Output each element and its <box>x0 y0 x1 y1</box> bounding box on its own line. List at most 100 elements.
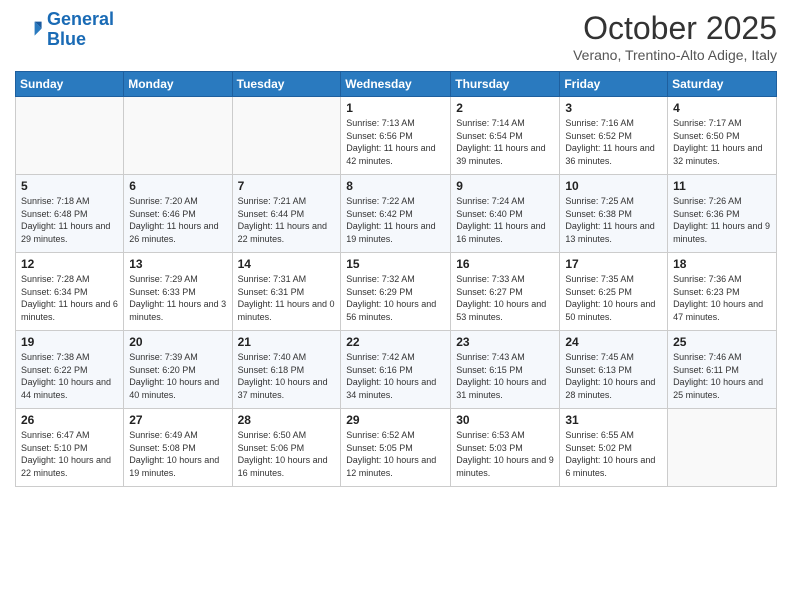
calendar-cell: 27 Sunrise: 6:49 AM Sunset: 5:08 PM Dayli… <box>124 409 232 487</box>
calendar-cell: 2 Sunrise: 7:14 AM Sunset: 6:54 PM Daylig… <box>451 97 560 175</box>
day-info: Sunrise: 7:13 AM Sunset: 6:56 PM Dayligh… <box>346 117 445 167</box>
day-info: Sunrise: 7:35 AM Sunset: 6:25 PM Dayligh… <box>565 273 662 323</box>
day-info: Sunrise: 7:39 AM Sunset: 6:20 PM Dayligh… <box>129 351 226 401</box>
calendar-cell <box>124 97 232 175</box>
day-info: Sunrise: 6:50 AM Sunset: 5:06 PM Dayligh… <box>238 429 336 479</box>
day-info: Sunrise: 7:21 AM Sunset: 6:44 PM Dayligh… <box>238 195 336 245</box>
logo-blue: Blue <box>47 29 86 49</box>
calendar-cell: 10 Sunrise: 7:25 AM Sunset: 6:38 PM Dayli… <box>560 175 668 253</box>
week-row-4: 26Sunrise: 6:47 AM Sunset: 5:10 PM Dayli… <box>16 409 777 487</box>
day-number: 22 <box>346 335 445 349</box>
calendar-cell: 15 Sunrise: 7:32 AM Sunset: 6:29 PM Dayli… <box>341 253 451 331</box>
calendar-cell: 1 Sunrise: 7:13 AM Sunset: 6:56 PM Daylig… <box>341 97 451 175</box>
weekday-header-tuesday: Tuesday <box>232 72 341 97</box>
weekday-header-saturday: Saturday <box>668 72 777 97</box>
weekday-header-monday: Monday <box>124 72 232 97</box>
day-number: 16 <box>456 257 554 271</box>
day-number: 17 <box>565 257 662 271</box>
day-number: 24 <box>565 335 662 349</box>
day-number: 8 <box>346 179 445 193</box>
calendar-cell: 29Sunrise: 6:52 AM Sunset: 5:05 PM Dayli… <box>341 409 451 487</box>
calendar-cell: 23Sunrise: 7:43 AM Sunset: 6:15 PM Dayli… <box>451 331 560 409</box>
day-info: Sunrise: 7:46 AM Sunset: 6:11 PM Dayligh… <box>673 351 771 401</box>
day-info: Sunrise: 7:28 AM Sunset: 6:34 PM Dayligh… <box>21 273 118 323</box>
day-number: 15 <box>346 257 445 271</box>
day-info: Sunrise: 7:33 AM Sunset: 6:27 PM Dayligh… <box>456 273 554 323</box>
title-block: October 2025 Verano, Trentino-Alto Adige… <box>573 10 777 63</box>
day-info: Sunrise: 7:45 AM Sunset: 6:13 PM Dayligh… <box>565 351 662 401</box>
calendar-cell: 25 Sunrise: 7:46 AM Sunset: 6:11 PM Dayli… <box>668 331 777 409</box>
calendar-cell: 22Sunrise: 7:42 AM Sunset: 6:16 PM Dayli… <box>341 331 451 409</box>
day-number: 6 <box>129 179 226 193</box>
day-info: Sunrise: 7:32 AM Sunset: 6:29 PM Dayligh… <box>346 273 445 323</box>
calendar-cell: 5Sunrise: 7:18 AM Sunset: 6:48 PM Daylig… <box>16 175 124 253</box>
weekday-header-thursday: Thursday <box>451 72 560 97</box>
day-info: Sunrise: 6:53 AM Sunset: 5:03 PM Dayligh… <box>456 429 554 479</box>
day-info: Sunrise: 7:25 AM Sunset: 6:38 PM Dayligh… <box>565 195 662 245</box>
logo-icon <box>15 16 43 44</box>
weekday-header-wednesday: Wednesday <box>341 72 451 97</box>
day-info: Sunrise: 7:24 AM Sunset: 6:40 PM Dayligh… <box>456 195 554 245</box>
logo: General Blue <box>15 10 114 50</box>
day-number: 9 <box>456 179 554 193</box>
weekday-header-sunday: Sunday <box>16 72 124 97</box>
calendar-cell: 12 Sunrise: 7:28 AM Sunset: 6:34 PM Dayli… <box>16 253 124 331</box>
calendar-cell: 8 Sunrise: 7:22 AM Sunset: 6:42 PM Daylig… <box>341 175 451 253</box>
calendar-cell <box>16 97 124 175</box>
calendar-cell: 11 Sunrise: 7:26 AM Sunset: 6:36 PM Dayli… <box>668 175 777 253</box>
day-number: 25 <box>673 335 771 349</box>
calendar-page: General Blue October 2025 Verano, Trenti… <box>0 0 792 612</box>
day-number: 19 <box>21 335 118 349</box>
month-title: October 2025 <box>573 10 777 47</box>
day-number: 13 <box>129 257 226 271</box>
day-info: Sunrise: 7:38 AM Sunset: 6:22 PM Dayligh… <box>21 351 118 401</box>
day-info: Sunrise: 7:43 AM Sunset: 6:15 PM Dayligh… <box>456 351 554 401</box>
calendar-cell: 4 Sunrise: 7:17 AM Sunset: 6:50 PM Daylig… <box>668 97 777 175</box>
day-info: Sunrise: 7:36 AM Sunset: 6:23 PM Dayligh… <box>673 273 771 323</box>
calendar-cell: 6Sunrise: 7:20 AM Sunset: 6:46 PM Daylig… <box>124 175 232 253</box>
calendar-cell: 18Sunrise: 7:36 AM Sunset: 6:23 PM Dayli… <box>668 253 777 331</box>
day-number: 5 <box>21 179 118 193</box>
week-row-0: 1 Sunrise: 7:13 AM Sunset: 6:56 PM Daylig… <box>16 97 777 175</box>
week-row-3: 19 Sunrise: 7:38 AM Sunset: 6:22 PM Dayli… <box>16 331 777 409</box>
calendar-cell: 20 Sunrise: 7:39 AM Sunset: 6:20 PM Dayli… <box>124 331 232 409</box>
day-number: 28 <box>238 413 336 427</box>
day-number: 2 <box>456 101 554 115</box>
day-info: Sunrise: 7:29 AM Sunset: 6:33 PM Dayligh… <box>129 273 226 323</box>
calendar-cell <box>232 97 341 175</box>
day-number: 10 <box>565 179 662 193</box>
day-number: 31 <box>565 413 662 427</box>
calendar-cell: 16 Sunrise: 7:33 AM Sunset: 6:27 PM Dayli… <box>451 253 560 331</box>
day-number: 14 <box>238 257 336 271</box>
day-number: 1 <box>346 101 445 115</box>
calendar-cell: 14 Sunrise: 7:31 AM Sunset: 6:31 PM Dayli… <box>232 253 341 331</box>
day-info: Sunrise: 7:26 AM Sunset: 6:36 PM Dayligh… <box>673 195 771 245</box>
header: General Blue October 2025 Verano, Trenti… <box>15 10 777 63</box>
calendar-cell: 13 Sunrise: 7:29 AM Sunset: 6:33 PM Dayli… <box>124 253 232 331</box>
day-number: 3 <box>565 101 662 115</box>
day-info: Sunrise: 6:55 AM Sunset: 5:02 PM Dayligh… <box>565 429 662 479</box>
day-info: Sunrise: 6:47 AM Sunset: 5:10 PM Dayligh… <box>21 429 118 479</box>
calendar-cell: 3Sunrise: 7:16 AM Sunset: 6:52 PM Daylig… <box>560 97 668 175</box>
day-number: 20 <box>129 335 226 349</box>
day-info: Sunrise: 7:17 AM Sunset: 6:50 PM Dayligh… <box>673 117 771 167</box>
day-number: 30 <box>456 413 554 427</box>
calendar-cell: 7 Sunrise: 7:21 AM Sunset: 6:44 PM Daylig… <box>232 175 341 253</box>
calendar-cell: 24 Sunrise: 7:45 AM Sunset: 6:13 PM Dayli… <box>560 331 668 409</box>
day-info: Sunrise: 7:31 AM Sunset: 6:31 PM Dayligh… <box>238 273 336 323</box>
calendar-cell: 21Sunrise: 7:40 AM Sunset: 6:18 PM Dayli… <box>232 331 341 409</box>
day-number: 4 <box>673 101 771 115</box>
day-info: Sunrise: 6:49 AM Sunset: 5:08 PM Dayligh… <box>129 429 226 479</box>
calendar-cell: 30 Sunrise: 6:53 AM Sunset: 5:03 PM Dayli… <box>451 409 560 487</box>
calendar-cell: 9 Sunrise: 7:24 AM Sunset: 6:40 PM Daylig… <box>451 175 560 253</box>
day-number: 11 <box>673 179 771 193</box>
day-info: Sunrise: 7:22 AM Sunset: 6:42 PM Dayligh… <box>346 195 445 245</box>
day-number: 7 <box>238 179 336 193</box>
calendar-cell: 31 Sunrise: 6:55 AM Sunset: 5:02 PM Dayli… <box>560 409 668 487</box>
day-number: 12 <box>21 257 118 271</box>
calendar-table: SundayMondayTuesdayWednesdayThursdayFrid… <box>15 71 777 487</box>
day-info: Sunrise: 7:14 AM Sunset: 6:54 PM Dayligh… <box>456 117 554 167</box>
week-row-1: 5Sunrise: 7:18 AM Sunset: 6:48 PM Daylig… <box>16 175 777 253</box>
day-number: 27 <box>129 413 226 427</box>
calendar-cell: 28 Sunrise: 6:50 AM Sunset: 5:06 PM Dayli… <box>232 409 341 487</box>
